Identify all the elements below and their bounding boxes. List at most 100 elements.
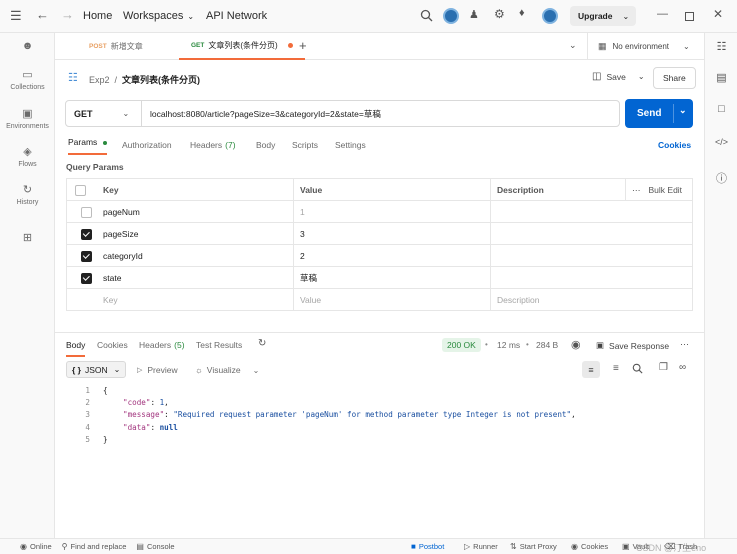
- tab-params[interactable]: Params: [68, 137, 107, 155]
- history-icon[interactable]: ↻: [258, 338, 266, 349]
- param-key[interactable]: state: [97, 267, 121, 289]
- pane-divider[interactable]: [55, 332, 704, 333]
- response-tab-test-results[interactable]: Test Results: [196, 340, 242, 350]
- format-selector[interactable]: { } JSON ⌄: [66, 361, 127, 378]
- postbot-button[interactable]: ■ Postbot: [411, 542, 444, 551]
- breadcrumb-collection[interactable]: Exp2: [89, 75, 110, 85]
- back-arrow-icon[interactable]: ←: [36, 7, 49, 22]
- bulk-edit-button[interactable]: ⋯ Bulk Edit: [625, 179, 682, 201]
- copy-icon[interactable]: ❐: [659, 362, 668, 373]
- search-icon[interactable]: [420, 9, 433, 24]
- response-code-block: 1{ 2 "code": 1, 3 "message": "Required req…: [76, 385, 575, 446]
- invite-user-icon[interactable]: ♟: [469, 8, 479, 21]
- param-description[interactable]: [490, 267, 694, 289]
- response-tab-body[interactable]: Body: [66, 340, 86, 357]
- info-icon[interactable]: ⓘ: [705, 170, 737, 186]
- param-key[interactable]: pageNum: [97, 201, 140, 223]
- param-value[interactable]: 1: [293, 201, 490, 223]
- rail-collections[interactable]: ▭ Collections: [0, 68, 55, 91]
- param-description[interactable]: [490, 223, 694, 245]
- param-key[interactable]: pageSize: [97, 223, 138, 245]
- user-avatar[interactable]: [542, 8, 558, 24]
- row-checkbox[interactable]: [81, 272, 92, 284]
- tab-headers[interactable]: Headers (7): [190, 140, 236, 150]
- select-all-checkbox[interactable]: [75, 184, 86, 196]
- tab-settings[interactable]: Settings: [335, 140, 366, 150]
- layout-icon[interactable]: ☷: [705, 40, 737, 53]
- start-proxy-button[interactable]: ⇅ Start Proxy: [510, 542, 557, 551]
- tab-post-new-article[interactable]: POST 新增文章: [77, 33, 155, 59]
- save-button[interactable]: ◫ Save ⌄: [592, 71, 645, 82]
- code-icon[interactable]: </>: [705, 137, 737, 147]
- preview-button[interactable]: ▷ Preview: [137, 365, 178, 375]
- search-icon[interactable]: [632, 363, 643, 376]
- tab-get-article-list[interactable]: GET 文章列表(条件分页): [179, 33, 305, 60]
- new-param-value-input[interactable]: Value: [293, 289, 490, 311]
- workspaces-menu[interactable]: Workspaces ⌄: [123, 10, 194, 22]
- param-value[interactable]: 3: [293, 223, 490, 245]
- online-label: Online: [29, 542, 52, 551]
- rail-flows[interactable]: ◈ Flows: [0, 145, 55, 168]
- send-options-chevron-icon[interactable]: ⌄: [679, 105, 687, 116]
- response-tab-cookies[interactable]: Cookies: [97, 340, 128, 350]
- runner-button[interactable]: ▷ Runner: [464, 542, 498, 551]
- forward-arrow-icon[interactable]: →: [61, 7, 74, 22]
- environment-selector[interactable]: ▦ No environment ⌄: [587, 33, 704, 59]
- param-description[interactable]: [490, 245, 694, 267]
- wrap-lines-icon[interactable]: ≡: [582, 361, 600, 378]
- row-checkbox[interactable]: [81, 228, 92, 240]
- new-tab-plus-icon[interactable]: +: [299, 38, 307, 53]
- documentation-icon[interactable]: ▤: [705, 71, 737, 84]
- close-icon[interactable]: ✕: [713, 7, 723, 21]
- send-button[interactable]: Send ⌄: [625, 99, 693, 128]
- response-tab-headers[interactable]: Headers (5): [139, 340, 185, 350]
- globe-icon[interactable]: ◉: [571, 338, 581, 351]
- menu-icon[interactable]: ☰: [10, 8, 22, 24]
- tabs-dropdown-chevron-icon[interactable]: ⌄: [569, 40, 577, 51]
- online-status[interactable]: ◉ Online: [20, 542, 52, 551]
- new-param-key-input[interactable]: Key: [97, 289, 118, 311]
- avatar-icon[interactable]: [443, 8, 459, 24]
- more-options-icon[interactable]: ⋯: [680, 339, 689, 350]
- row-checkbox[interactable]: [81, 206, 92, 218]
- http-request-icon: ☷: [68, 72, 78, 84]
- minimize-icon[interactable]: —: [657, 8, 668, 20]
- tab-body[interactable]: Body: [256, 140, 275, 150]
- home-link[interactable]: Home: [83, 10, 112, 22]
- upgrade-button[interactable]: Upgrade ⌄: [570, 6, 636, 26]
- row-checkbox[interactable]: [81, 250, 92, 262]
- param-value[interactable]: 2: [293, 245, 490, 267]
- rail-history[interactable]: ↻ History: [0, 183, 55, 206]
- visualize-button[interactable]: ☼ Visualize ⌄: [195, 365, 259, 375]
- filter-icon[interactable]: ≡: [613, 363, 619, 374]
- json-key-code: "code": [123, 398, 151, 408]
- rail-add-widgets[interactable]: ⊞: [0, 231, 55, 247]
- tab-authorization[interactable]: Authorization: [122, 140, 172, 150]
- tab-scripts[interactable]: Scripts: [292, 140, 318, 150]
- breadcrumb-request-name[interactable]: 文章列表(条件分页): [122, 73, 200, 86]
- cookies-button[interactable]: ◉ Cookies: [571, 542, 608, 551]
- new-param-description-input[interactable]: Description: [490, 289, 694, 311]
- select-all-checkbox-cell: [75, 179, 86, 201]
- save-response-button[interactable]: ▣ Save Response: [596, 340, 669, 351]
- param-key[interactable]: categoryId: [97, 245, 143, 267]
- method-selector[interactable]: GET ⌄: [66, 101, 142, 126]
- braces-icon: { }: [72, 364, 81, 375]
- cookies-link[interactable]: Cookies: [658, 140, 691, 150]
- param-value[interactable]: 草稿: [293, 267, 490, 289]
- rail-team[interactable]: ☻: [0, 40, 55, 55]
- settings-gear-icon[interactable]: ⚙: [494, 7, 505, 21]
- maximize-icon[interactable]: [685, 12, 694, 21]
- console-button[interactable]: ▤ Console: [136, 542, 174, 551]
- environments-icon: ▣: [22, 108, 33, 120]
- rail-environments[interactable]: ▣ Environments: [0, 107, 55, 130]
- share-button[interactable]: Share: [653, 67, 696, 89]
- comments-icon[interactable]: □: [705, 103, 737, 115]
- line-number: 1: [85, 386, 90, 395]
- param-description[interactable]: [490, 201, 694, 223]
- url-input[interactable]: localhost:8080/article?pageSize=3&catego…: [142, 108, 381, 120]
- api-network-link[interactable]: API Network: [206, 10, 267, 22]
- link-icon[interactable]: ∞: [679, 362, 686, 373]
- notifications-bell-icon[interactable]: ♦: [519, 7, 525, 19]
- find-replace-button[interactable]: ⚲ Find and replace: [62, 542, 127, 551]
